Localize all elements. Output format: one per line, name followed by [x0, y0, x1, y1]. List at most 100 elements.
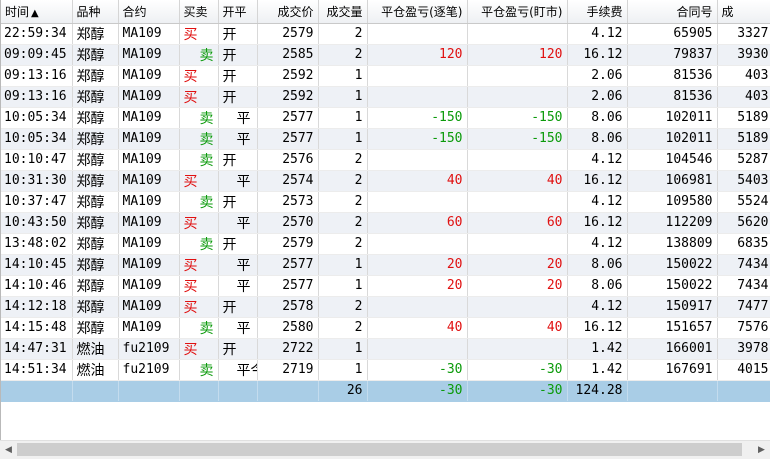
- cell-trade-no: 7434: [717, 275, 770, 297]
- table-row[interactable]: 10:10:47 郑醇 MA109 卖开 2576 2 4.12 104546 5287: [1, 149, 770, 171]
- cell-open-close: 平: [218, 317, 258, 339]
- cell-contract: MA109: [118, 296, 180, 318]
- column-header-label: 成: [721, 4, 734, 19]
- cell-open-close: 开: [218, 149, 258, 171]
- cell-contract: MA109: [118, 23, 180, 45]
- column-header-pnl_close[interactable]: 平仓盈亏(逐笔): [367, 0, 468, 24]
- cell-time: 14:47:31: [1, 338, 73, 360]
- cell-kind: 郑醇: [72, 317, 119, 339]
- column-header-oc[interactable]: 开平: [218, 0, 258, 24]
- cell-qty: 1: [318, 275, 368, 297]
- cell-contract: MA109: [118, 254, 180, 276]
- total-pnl-close: -30: [367, 380, 468, 402]
- table-row[interactable]: 22:59:34 郑醇 MA109 买开 2579 2 4.12 65905 3327: [1, 23, 770, 45]
- cell-trade-no: 5524: [717, 191, 770, 213]
- column-header-label: 买卖: [183, 4, 208, 19]
- cell-pnl-close: [367, 23, 468, 45]
- cell-qty: 2: [318, 170, 368, 192]
- cell-open-close: 开: [218, 86, 258, 108]
- column-header-fee[interactable]: 手续费: [567, 0, 628, 24]
- trade-records-grid[interactable]: 时间 ▲ 品种 合约 买卖 开平 成交价 成交量 平仓盈亏(逐笔) 平仓盈亏(盯市) 手续费 合同号成…: [0, 0, 770, 440]
- cell-kind: 郑醇: [72, 233, 119, 255]
- table-row[interactable]: 14:47:31 燃油 fu2109 买开 2722 1 1.42 166001 3978: [1, 338, 770, 360]
- cell-side: 卖: [179, 44, 219, 66]
- cell-contract-no: 138809: [627, 233, 718, 255]
- cell-price: 2576: [257, 149, 319, 171]
- column-header-label: 成交价: [277, 4, 314, 19]
- cell-kind: 郑醇: [72, 107, 119, 129]
- column-header-pnl_mark[interactable]: 平仓盈亏(盯市): [467, 0, 568, 24]
- cell-fee: 8.06: [567, 128, 628, 150]
- table-row[interactable]: 14:51:34燃油fu2109卖平今27191-30-301.42167691…: [1, 359, 770, 381]
- cell-contract: MA109: [118, 212, 180, 234]
- cell-price: 2570: [257, 212, 319, 234]
- scroll-right-arrow-icon[interactable]: ▶: [753, 441, 770, 459]
- table-row[interactable]: 09:13:16 郑醇 MA109 买开 2592 1 2.06 81536 403: [1, 86, 770, 108]
- table-row[interactable]: 14:10:45 郑醇 MA109 买平 2577 1 20 20 8.06 150022 7434: [1, 254, 770, 276]
- cell-time: 09:13:16: [1, 86, 73, 108]
- column-header-trade_no[interactable]: 成: [717, 0, 770, 24]
- column-header-time[interactable]: 时间 ▲: [1, 0, 73, 24]
- cell-pnl-mark: [467, 149, 568, 171]
- cell-open-close: 开: [218, 296, 258, 318]
- table-row[interactable]: 10:31:30 郑醇 MA109 买平 2574 2 40 40 16.12 106981 540…: [1, 170, 770, 192]
- horizontal-scrollbar[interactable]: ◀ ▶: [0, 440, 770, 459]
- column-header-qty[interactable]: 成交量: [318, 0, 368, 24]
- table-row[interactable]: 09:13:16 郑醇 MA109 买开 2592 1 2.06 81536 403: [1, 65, 770, 87]
- table-row[interactable]: 13:48:02 郑醇 MA109 卖开 2579 2 4.12 138809 6835: [1, 233, 770, 255]
- cell-pnl-mark: [467, 86, 568, 108]
- cell-contract: MA109: [118, 86, 180, 108]
- column-header-kind[interactable]: 品种: [72, 0, 119, 24]
- cell-trade-no: 7434: [717, 254, 770, 276]
- scrollbar-thumb[interactable]: [17, 443, 742, 456]
- cell-pnl-mark: 40: [467, 317, 568, 339]
- table-row[interactable]: 14:12:18 郑醇 MA109 买开 2578 2 4.12 150917 7477: [1, 296, 770, 318]
- table-row[interactable]: 10:05:34 郑醇 MA109 卖平 2577 1 -150 -150 8.06 102011…: [1, 128, 770, 150]
- cell-price: 2719: [257, 359, 319, 381]
- cell-qty: 2: [318, 212, 368, 234]
- cell-open-close: 开: [218, 338, 258, 360]
- cell-open-close: 开: [218, 23, 258, 45]
- table-row[interactable]: 10:05:34 郑醇 MA109 卖平 2577 1 -150 -150 8.06 102011…: [1, 107, 770, 129]
- cell-fee: 1.42: [567, 359, 628, 381]
- cell-trade-no: 5403: [717, 170, 770, 192]
- cell-side: 卖: [179, 233, 219, 255]
- cell-contract-no: 109580: [627, 191, 718, 213]
- cell-fee: 4.12: [567, 296, 628, 318]
- column-header-side[interactable]: 买卖: [179, 0, 219, 24]
- cell-contract: MA109: [118, 191, 180, 213]
- cell-contract: fu2109: [118, 359, 180, 381]
- cell-pnl-close: [367, 191, 468, 213]
- cell-fee: 4.12: [567, 191, 628, 213]
- cell-qty: 2: [318, 233, 368, 255]
- cell-pnl-close: -150: [367, 128, 468, 150]
- cell-pnl-mark: [467, 296, 568, 318]
- scroll-left-arrow-icon[interactable]: ◀: [0, 441, 17, 459]
- column-header-price[interactable]: 成交价: [257, 0, 319, 24]
- cell-price: 2577: [257, 254, 319, 276]
- column-header-label: 平仓盈亏(盯市): [481, 4, 563, 19]
- cell-price: 2580: [257, 317, 319, 339]
- column-header-contract_no[interactable]: 合同号: [627, 0, 718, 24]
- cell-side: 买: [179, 170, 219, 192]
- cell-side: 卖: [179, 149, 219, 171]
- table-row[interactable]: 09:09:45 郑醇 MA109 卖开 2585 2 120 120 16.12 79837 39…: [1, 44, 770, 66]
- cell-price: 2577: [257, 107, 319, 129]
- cell-open-close: 开: [218, 44, 258, 66]
- cell-pnl-close: [367, 338, 468, 360]
- cell-qty: 1: [318, 65, 368, 87]
- cell-qty: 1: [318, 128, 368, 150]
- cell-kind: 燃油: [72, 359, 119, 381]
- table-row[interactable]: 14:15:48 郑醇 MA109 卖平 2580 2 40 40 16.12 151657 757…: [1, 317, 770, 339]
- cell-kind: 郑醇: [72, 65, 119, 87]
- cell-qty: 2: [318, 191, 368, 213]
- table-row[interactable]: 14:10:46 郑醇 MA109 买平 2577 1 20 20 8.06 150022 7434: [1, 275, 770, 297]
- cell-fee: 1.42: [567, 338, 628, 360]
- table-row[interactable]: 10:37:47 郑醇 MA109 卖开 2573 2 4.12 109580 5524: [1, 191, 770, 213]
- column-header-contract[interactable]: 合约: [118, 0, 180, 24]
- cell-side: 卖: [179, 191, 219, 213]
- cell-open-close: 平今: [218, 359, 258, 381]
- cell-pnl-mark: [467, 23, 568, 45]
- table-row[interactable]: 10:43:50 郑醇 MA109 买平 2570 2 60 60 16.12 112209 562…: [1, 212, 770, 234]
- cell-pnl-mark: [467, 338, 568, 360]
